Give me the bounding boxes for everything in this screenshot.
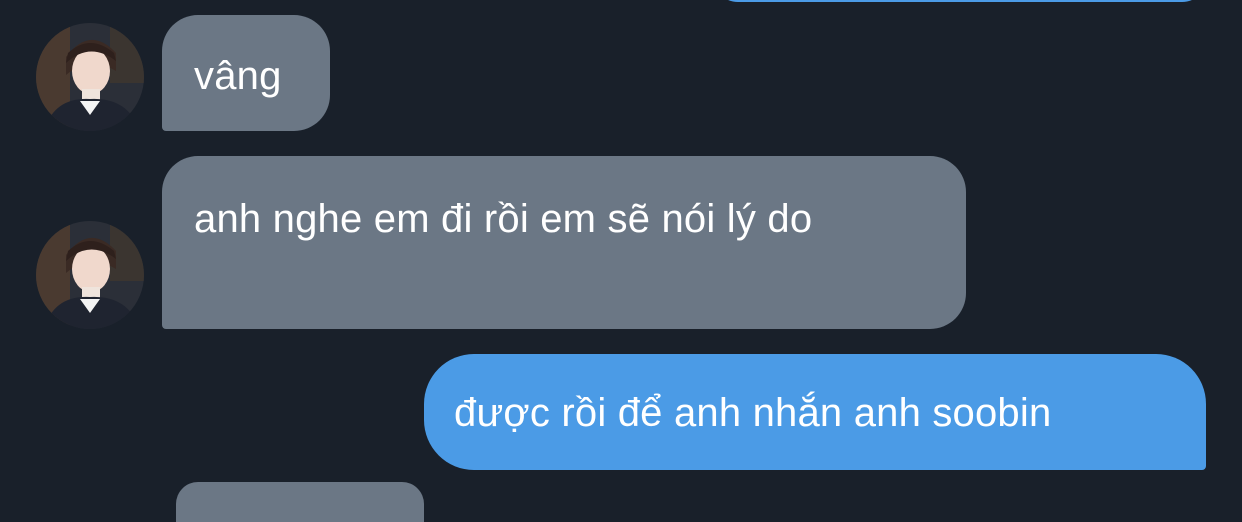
contact-avatar[interactable]: [36, 221, 144, 329]
message-bubble-incoming-partial[interactable]: [176, 482, 424, 522]
message-bubble-incoming[interactable]: vâng: [162, 15, 330, 131]
message-bubble-outgoing-partial[interactable]: [712, 0, 1208, 2]
message-bubble-incoming[interactable]: anh nghe em đi rồi em sẽ nói lý do: [162, 156, 966, 329]
message-text: vâng: [194, 54, 282, 98]
message-text: anh nghe em đi rồi em sẽ nói lý do: [194, 197, 813, 241]
contact-avatar[interactable]: [36, 23, 144, 131]
avatar-photo-icon: [36, 23, 144, 131]
message-text: được rồi để anh nhắn anh soobin: [454, 391, 1052, 435]
message-bubble-outgoing[interactable]: được rồi để anh nhắn anh soobin: [424, 354, 1206, 470]
avatar-photo-icon: [36, 221, 144, 329]
